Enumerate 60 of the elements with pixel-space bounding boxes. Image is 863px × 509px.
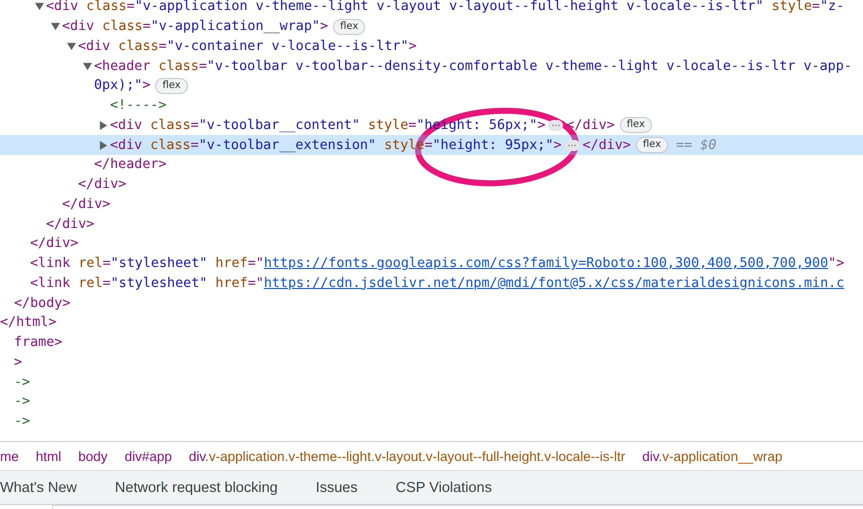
tree-row[interactable]: <div class="v-application__wrap"> flex: [0, 16, 863, 36]
ellipsis-button[interactable]: …: [564, 140, 580, 151]
tree-row[interactable]: ->: [0, 372, 863, 392]
breadcrumb-item[interactable]: div#app: [124, 448, 172, 464]
tree-row[interactable]: <div class="v-application v-theme--light v-layout v-layout--full-height v-locale--is-ltr" style="z-: [0, 0, 863, 17]
code-line: </div>: [566, 118, 615, 133]
code-line: <header class="v-toolbar v-toolbar--density-comfortable v-theme--light v-locale--is-ltr v-app-: [94, 58, 852, 74]
code-line: <link rel="stylesheet" href="https://fonts.googleapis.com/css?family=Roboto:100,300,400,500,700,900">: [30, 256, 844, 272]
drawer-tab[interactable]: Issues: [296, 480, 377, 496]
code-line: frame>: [14, 335, 62, 350]
tree-row[interactable]: <div class="v-container v-locale--is-ltr">: [0, 36, 863, 56]
tree-row[interactable]: <!---->: [0, 96, 863, 116]
layout-badge[interactable]: flex: [620, 117, 652, 134]
ellipsis-button[interactable]: …: [548, 120, 564, 131]
tree-row[interactable]: >: [0, 352, 863, 372]
caret-down-icon[interactable]: [82, 62, 92, 71]
tree-row[interactable]: ->: [0, 412, 863, 432]
drawer-tab[interactable]: CSP Violations: [376, 480, 511, 496]
breadcrumb-item[interactable]: div.v-application.v-theme--light.v-layout.v-layout--full-height.v-locale--is-ltr: [188, 448, 626, 464]
caret-right-icon[interactable]: [98, 120, 108, 130]
drawer-tab[interactable]: What's New: [0, 480, 96, 496]
code-line: <div class="v-application__wrap">: [62, 19, 328, 34]
code-line: </div>: [582, 138, 631, 153]
code-line: >: [14, 354, 22, 370]
code-line: 0px);">: [94, 78, 150, 94]
code-line: </div>: [62, 196, 110, 212]
code-line: <!---->: [110, 98, 166, 114]
code-line: <div class="v-container v-locale--is-ltr">: [78, 38, 417, 54]
caret-down-icon[interactable]: [66, 42, 76, 51]
caret-right-icon[interactable]: [98, 140, 108, 150]
link[interactable]: https://cdn.jsdelivr.net/npm/@mdi/font@5.x/css/materialdesignicons.min.c: [264, 276, 844, 291]
code-line: </body>: [14, 296, 70, 311]
layout-badge[interactable]: flex: [636, 137, 668, 154]
code-line: </div>: [78, 177, 126, 192]
drawer-tab[interactable]: Network request blocking: [96, 480, 297, 496]
tree-row[interactable]: ->: [0, 392, 863, 412]
layout-badge[interactable]: flex: [333, 18, 366, 35]
tree-row[interactable]: 0px);"> flex: [0, 76, 863, 96]
breadcrumb-item[interactable]: html: [36, 448, 62, 464]
code-line: ->: [14, 394, 30, 410]
tree-row[interactable]: <link rel="stylesheet" href="https://fonts.googleapis.com/css?family=Roboto:100,300,400,500,700,900">: [0, 254, 863, 274]
code-line: </html>: [0, 315, 56, 330]
tree-row[interactable]: <header class="v-toolbar v-toolbar--density-comfortable v-theme--light v-locale--is-ltr v-app-: [0, 56, 863, 76]
tree-row[interactable]: <link rel="stylesheet" href="https://cdn.jsdelivr.net/npm/@mdi/font@5.x/css/materialdesignicons.min.c: [0, 274, 863, 294]
code-line: </div>: [30, 236, 78, 252]
caret-down-icon[interactable]: [50, 22, 60, 32]
caret-down-icon[interactable]: [34, 2, 44, 12]
console-reference: == $0: [676, 138, 716, 153]
code-line: ->: [14, 414, 30, 430]
tree-row[interactable]: frame>: [0, 332, 863, 352]
breadcrumb-item[interactable]: div.v-application__wrap: [642, 448, 782, 464]
breadcrumb-item[interactable]: body: [78, 448, 108, 464]
code-line: </header>: [94, 157, 167, 172]
breadcrumb-item[interactable]: me: [0, 448, 19, 464]
layout-badge[interactable]: flex: [155, 78, 188, 94]
code-line: <link rel="stylesheet" href="https://cdn.jsdelivr.net/npm/@mdi/font@5.x/css/materialdesignicons.min.c: [30, 276, 844, 291]
code-line: </div>: [46, 216, 94, 232]
code-line: <div class="v-application v-theme--light v-layout v-layout--full-height v-locale--is-ltr" style="z-: [46, 0, 844, 14]
link[interactable]: https://fonts.googleapis.com/css?family=Roboto:100,300,400,500,700,900: [264, 256, 828, 272]
code-line: ->: [14, 374, 30, 390]
